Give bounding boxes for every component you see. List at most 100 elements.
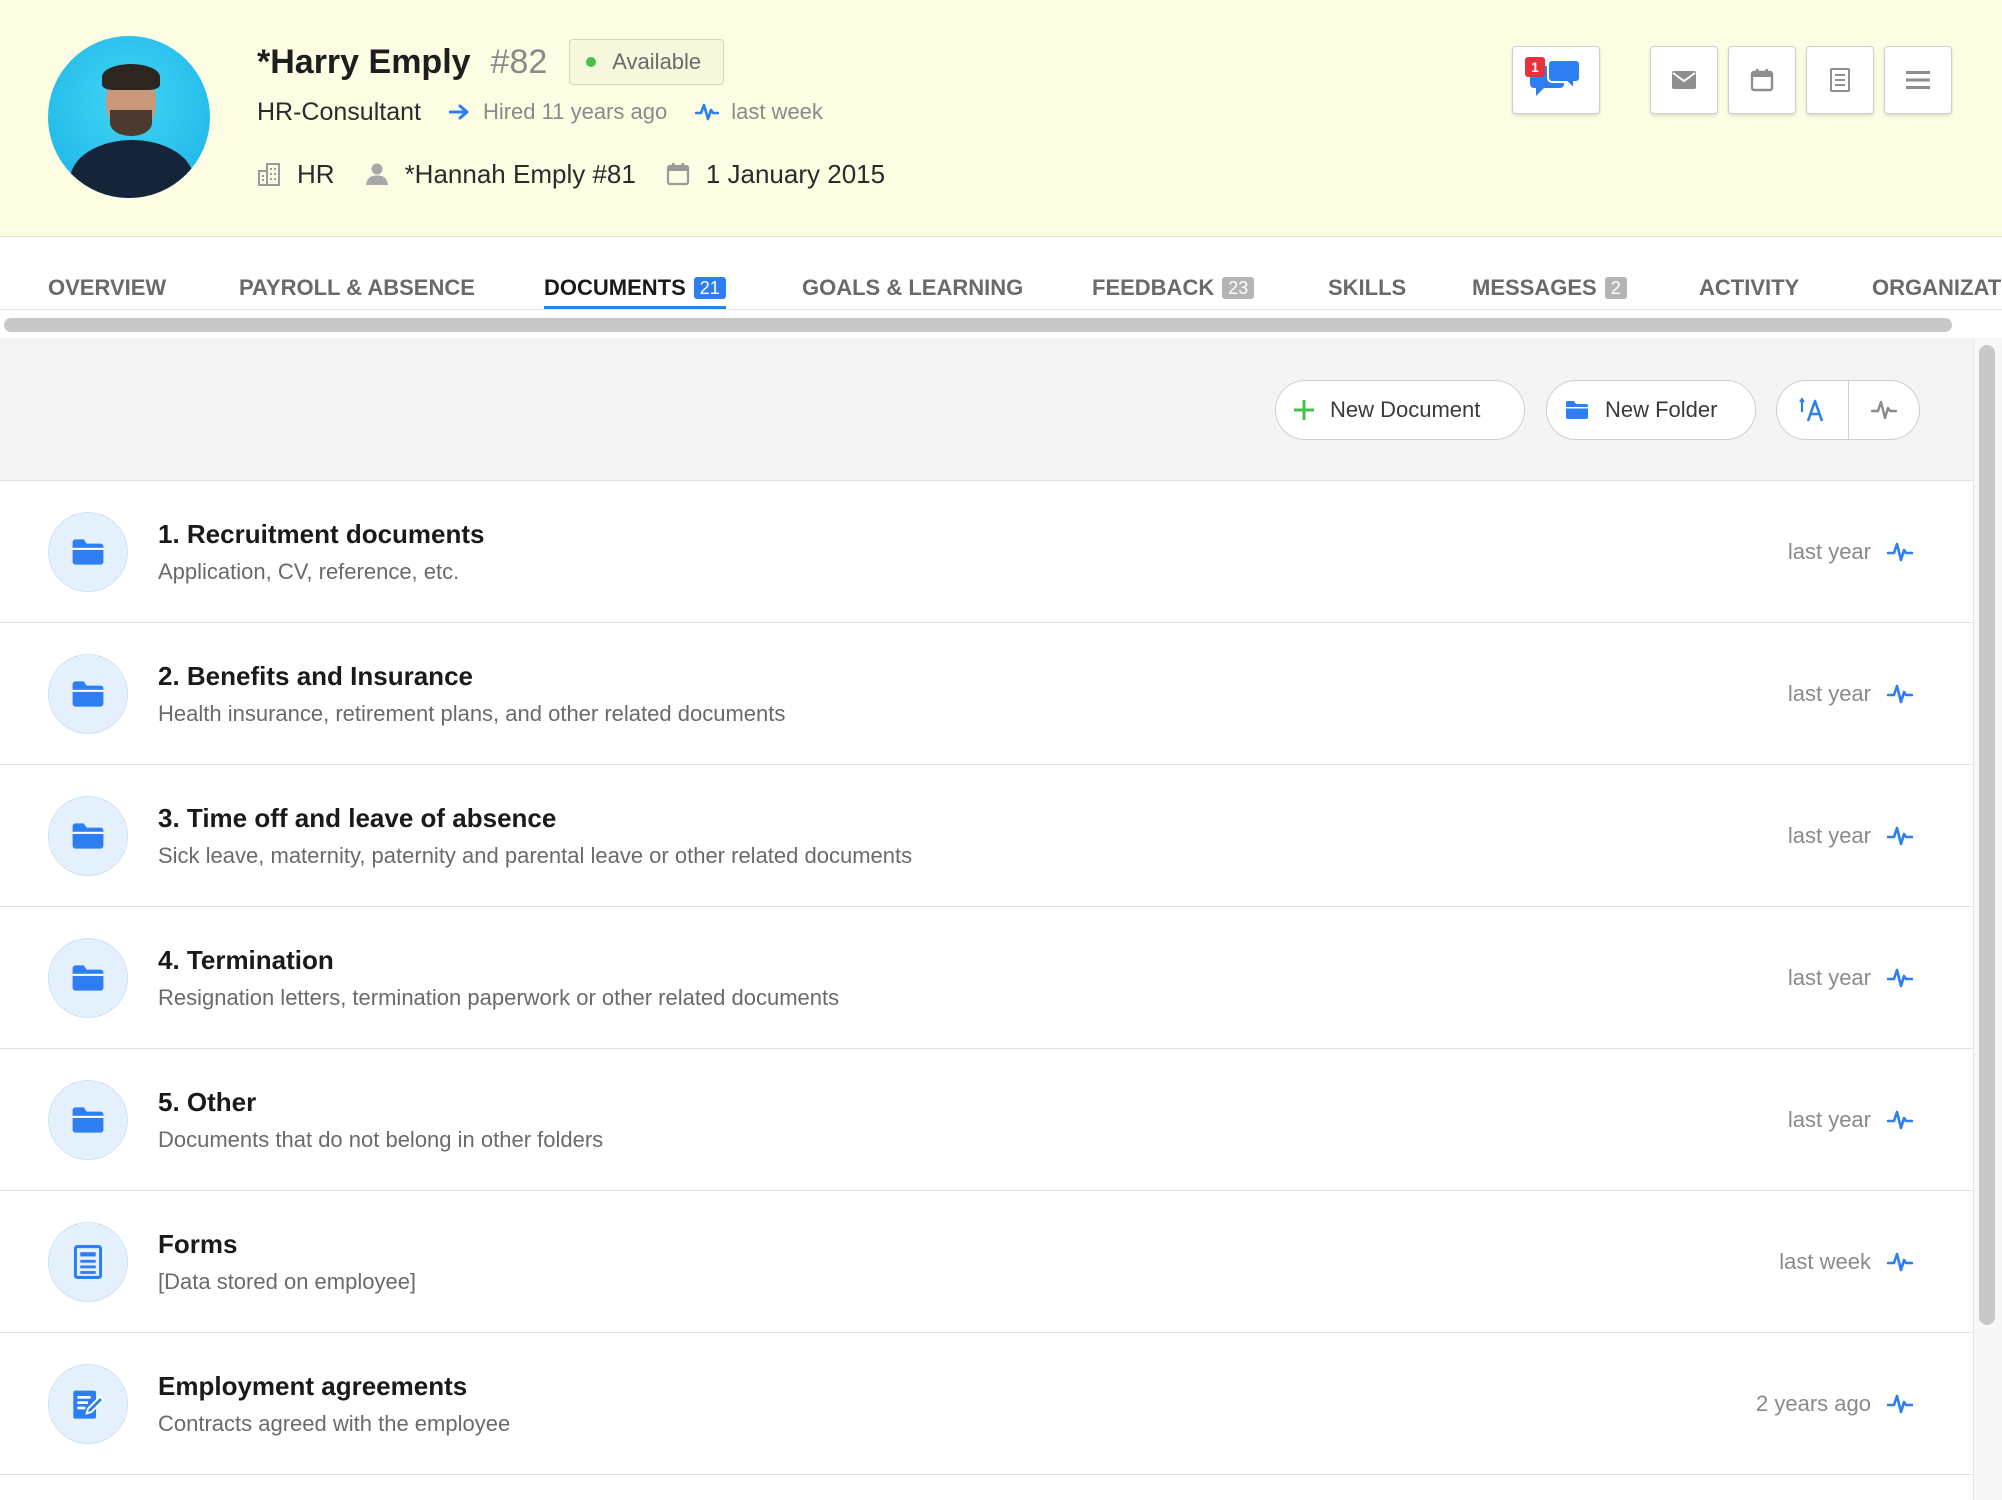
document-subtitle: Contracts agreed with the employee [158,1411,511,1436]
list-item[interactable]: Employment agreements Contracts agreed w… [0,1333,1973,1475]
tab-documents[interactable]: Documents 21 [544,274,726,309]
tab-label: Organizat [1872,275,2002,300]
timestamp-label: last year [1787,965,1871,990]
documents-list: 1. Recruitment documents Application, CV… [0,481,1973,1475]
tabs-horizontal-scrollbar[interactable] [4,318,1952,332]
tab-overview[interactable]: Overview [48,274,166,302]
tab-goals-learning[interactable]: Goals & Learning [802,274,1023,302]
document-title[interactable]: 3. Time off and leave of absence [158,803,556,834]
manager-info[interactable]: *Hannah Emply #81 [365,159,636,190]
document-subtitle: Application, CV, reference, etc. [158,559,460,584]
list-item[interactable]: 3. Time off and leave of absence Sick le… [0,765,1973,907]
start-date-info: 1 January 2015 [666,159,885,190]
department-info[interactable]: HR [257,159,335,190]
list-item[interactable]: Forms [Data stored on employee] last wee… [0,1191,1973,1333]
list-item[interactable]: 4. Termination Resignation letters, term… [0,907,1973,1049]
tab-label: Feedback [1092,275,1215,300]
email-button[interactable] [1650,46,1718,114]
activity-pulse-icon[interactable] [1887,967,1913,989]
activity-pulse-icon [1871,400,1897,420]
chat-button[interactable]: 1 [1512,46,1600,114]
sort-alpha-icon [1798,397,1823,422]
list-item[interactable]: 1. Recruitment documents Application, CV… [0,481,1973,623]
document-subtitle: Sick leave, maternity, paternity and par… [158,843,913,868]
tab-messages[interactable]: Messages 2 [1472,274,1627,302]
tab-label: Documents [544,275,686,300]
folder-icon-badge [48,512,128,592]
activity-pulse-icon[interactable] [1887,1393,1913,1415]
tab-label: Activity [1699,275,1800,300]
new-folder-button[interactable]: New Folder [1546,380,1756,440]
name-row: *Harry Emply #82 Available [257,39,725,85]
activity-pulse-icon[interactable] [1887,1109,1913,1131]
document-timestamp: 2 years ago [1756,1391,1913,1417]
menu-button[interactable] [1884,46,1952,114]
chat-notification-badge: 1 [1525,57,1545,77]
folder-icon-badge [48,796,128,876]
activity-info[interactable]: last week [695,99,823,125]
sort-alphabetical-button[interactable] [1777,381,1848,439]
form-icon [74,1245,102,1279]
tab-label: Skills [1328,275,1407,300]
arrow-right-icon [448,104,469,120]
folder-icon [72,539,104,565]
contract-edit-icon [73,1390,104,1419]
employee-avatar[interactable] [48,36,210,198]
tab-feedback[interactable]: Feedback 23 [1092,274,1255,302]
vertical-scrollbar-thumb[interactable] [1979,345,1995,1325]
employee-role: HR-Consultant [257,97,421,126]
calendar-icon [666,163,689,186]
activity-pulse-icon [695,103,720,121]
folder-icon-badge [48,1080,128,1160]
status-badge[interactable]: Available [569,39,725,85]
tab-activity[interactable]: Activity [1699,274,1799,302]
employee-name: *Harry Emply [257,42,471,81]
sort-activity-button[interactable] [1848,381,1919,439]
hired-info: Hired 11 years ago [448,99,668,125]
tab-count-badge: 21 [693,277,726,299]
documents-toolbar: New Document New Folder [0,338,1973,481]
document-subtitle: Resignation letters, termination paperwo… [158,985,840,1010]
timestamp-label: last year [1787,823,1871,848]
activity-pulse-icon[interactable] [1887,541,1913,563]
document-subtitle: Documents that do not belong in other fo… [158,1127,604,1152]
folder-icon [72,823,104,849]
document-title[interactable]: 2. Benefits and Insurance [158,661,473,692]
document-title[interactable]: Forms [158,1229,237,1260]
new-document-label: New Document [1330,397,1481,422]
document-title[interactable]: 4. Termination [158,945,334,976]
activity-pulse-icon[interactable] [1887,1251,1913,1273]
document-subtitle: Health insurance, retirement plans, and … [158,701,786,726]
folder-icon [72,965,104,991]
calendar-icon [1750,69,1774,92]
status-dot-icon [586,57,597,67]
document-icon [1830,68,1850,92]
document-button[interactable] [1806,46,1874,114]
list-item[interactable]: 2. Benefits and Insurance Health insuran… [0,623,1973,765]
document-title[interactable]: Employment agreements [158,1371,467,1402]
tab-organization[interactable]: Organizat [1872,274,2001,302]
timestamp-label: last year [1787,1107,1871,1132]
timestamp-label: 2 years ago [1756,1391,1871,1416]
hired-label: Hired 11 years ago [482,99,668,124]
document-title[interactable]: 5. Other [158,1087,256,1118]
tab-payroll-absence[interactable]: Payroll & Absence [239,274,475,302]
document-timestamp: last year [1788,965,1913,991]
activity-pulse-icon[interactable] [1887,825,1913,847]
employee-header: *Harry Emply #82 Available HR-Consultant… [0,0,2002,237]
document-subtitle: [Data stored on employee] [158,1269,417,1294]
status-label: Available [612,49,702,74]
list-item[interactable]: 5. Other Documents that do not belong in… [0,1049,1973,1191]
info-row: HR *Hannah Emply #81 1 January 2015 [257,156,915,192]
manager-label: *Hannah Emply #81 [404,158,636,189]
tab-skills[interactable]: Skills [1328,274,1406,302]
menu-icon [1906,71,1930,89]
tab-count-badge: 23 [1222,277,1255,299]
activity-pulse-icon[interactable] [1887,683,1913,705]
document-title[interactable]: 1. Recruitment documents [158,519,485,550]
calendar-button[interactable] [1728,46,1796,114]
tab-label: Goals & Learning [802,275,1024,300]
new-document-button[interactable]: New Document [1275,380,1525,440]
folder-icon [1566,401,1588,419]
view-toggle-group [1776,380,1920,440]
